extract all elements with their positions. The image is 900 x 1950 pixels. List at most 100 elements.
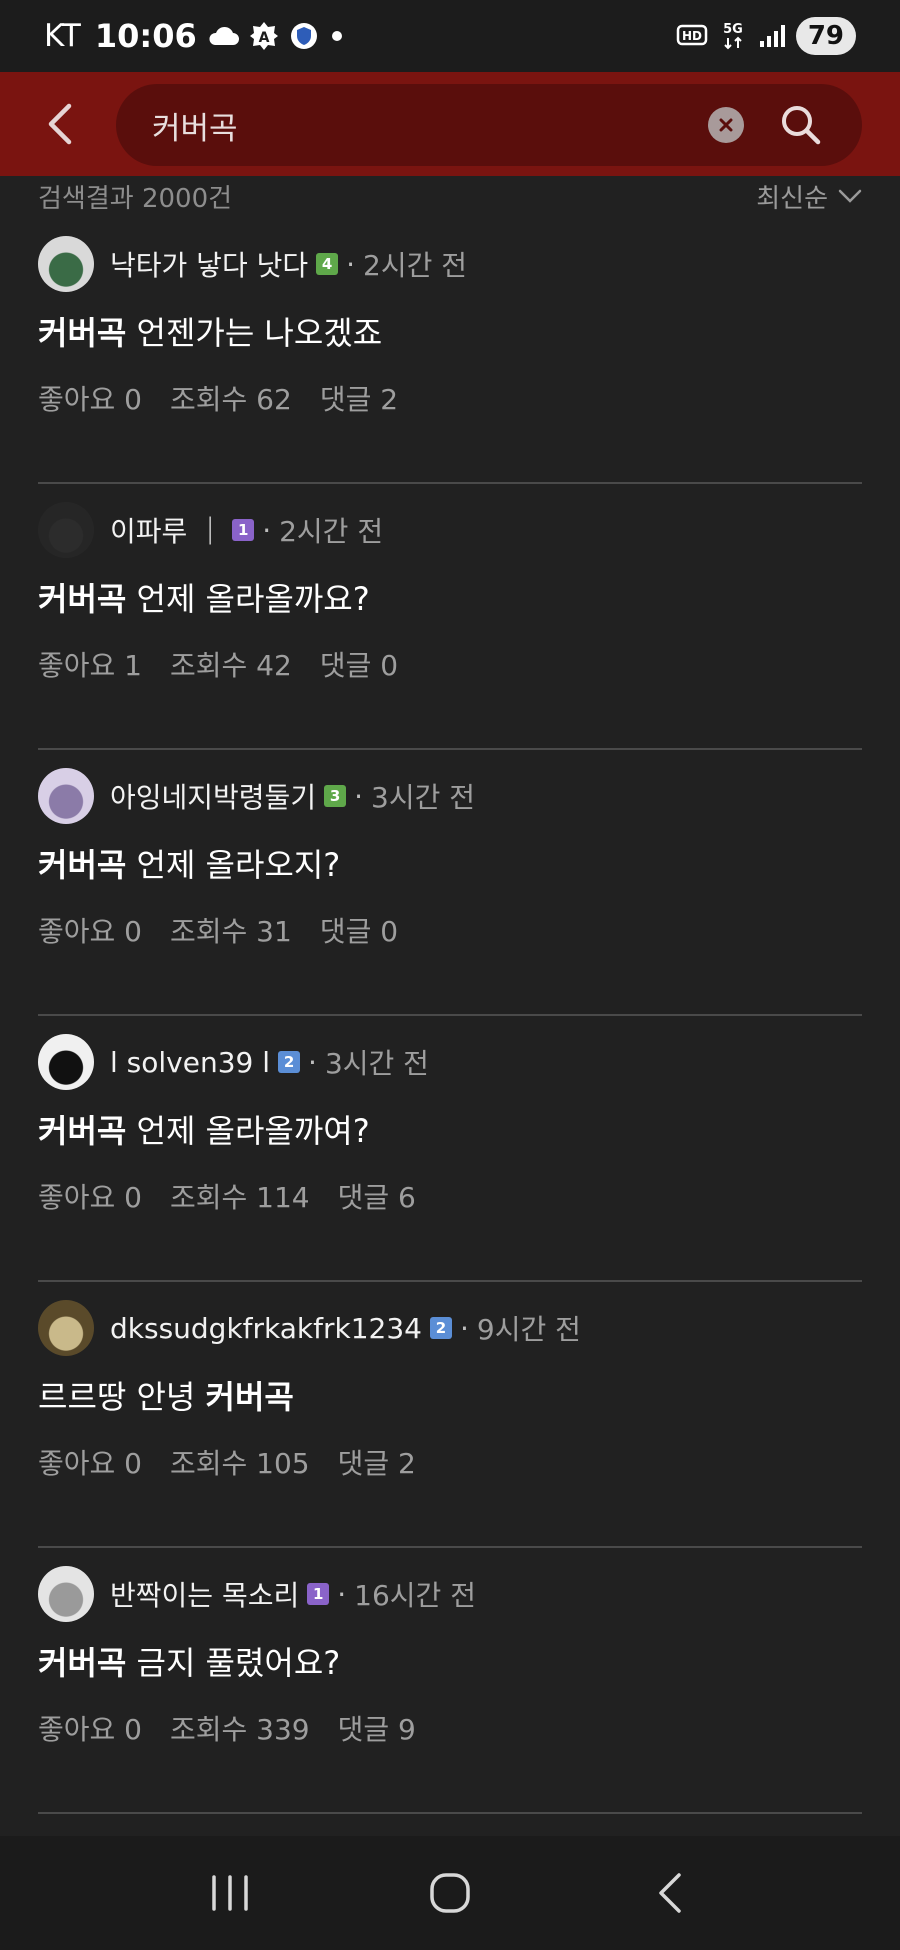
post-meta: 이파루 ｜ 1 · 2시간 전 <box>38 502 383 558</box>
separator-dot: · <box>262 513 272 547</box>
post-meta: 아잉네지박령둘기 3 · 3시간 전 <box>38 768 475 824</box>
level-badge: 2 <box>278 1051 301 1073</box>
title-keyword: 커버곡 <box>38 846 127 884</box>
post-item[interactable]: 이파루 ｜ 1 · 2시간 전커버곡 언제 올라올까요? 좋아요 1 조회수 42 댓글 0 <box>38 484 862 750</box>
post-item[interactable]: dkssudgkfrkakfrk1234 2 · 9시간 전르르땅 안녕 커버곡좋아요… <box>38 1282 862 1548</box>
post-time: 3시간 전 <box>324 1047 429 1080</box>
author-name[interactable]: l solven39 l <box>110 1046 270 1079</box>
post-time: 3시간 전 <box>371 781 475 814</box>
avatar[interactable] <box>38 1034 94 1090</box>
likes-count: 좋아요 0 <box>38 1447 142 1480</box>
avatar[interactable] <box>38 768 94 824</box>
post-title[interactable]: 커버곡 언제 올라올까여? <box>38 1106 370 1152</box>
home-button[interactable] <box>410 1853 490 1933</box>
nav-back-button[interactable] <box>630 1853 710 1933</box>
title-keyword: 커버곡 <box>38 580 127 618</box>
views-count: 조회수 114 <box>170 1181 310 1214</box>
carrier-label: KT <box>44 18 81 54</box>
comments-count: 댓글 6 <box>337 1181 416 1214</box>
avatar[interactable] <box>38 502 94 558</box>
status-bar: KT 10:06 A HD 5G 79 <box>0 0 900 72</box>
post-time: 9시간 전 <box>476 1313 581 1346</box>
search-box <box>116 84 862 166</box>
level-badge: 1 <box>232 519 255 541</box>
level-badge: 4 <box>316 253 339 275</box>
post-stats: 좋아요 0 조회수 31 댓글 0 <box>38 910 398 950</box>
recent-apps-button[interactable] <box>190 1853 270 1933</box>
title-suffix: 언제 올라올까여? <box>126 1112 370 1150</box>
likes-count: 좋아요 0 <box>38 915 142 948</box>
post-meta: 반짝이는 목소리 1 · 16시간 전 <box>38 1566 476 1622</box>
author-name[interactable]: dkssudgkfrkakfrk1234 <box>110 1312 422 1345</box>
likes-count: 좋아요 1 <box>38 649 142 682</box>
separator-dot: · <box>308 1045 317 1079</box>
back-button[interactable] <box>30 94 90 154</box>
comments-count: 댓글 0 <box>319 649 399 682</box>
post-title[interactable]: 커버곡 언젠가는 나오겠죠 <box>38 308 382 354</box>
status-right: HD 5G 79 <box>676 17 856 55</box>
post-item[interactable]: 아잉네지박령둘기 3 · 3시간 전 커버곡 언제 올라오지? 좋아요 0 조회수 31 댓글… <box>38 750 862 1016</box>
views-count: 조회수 105 <box>170 1447 310 1480</box>
title-keyword: 커버곡 <box>38 1112 127 1150</box>
chevron-down-icon <box>838 189 862 203</box>
title-suffix: 금지 풀렸어요? <box>126 1644 341 1682</box>
comments-count: 댓글 0 <box>319 915 399 948</box>
post-time: 16시간 전 <box>354 1579 476 1612</box>
search-header <box>0 72 900 176</box>
post-stats: 좋아요 0 조회수 114 댓글 6 <box>38 1176 416 1216</box>
views-count: 조회수 339 <box>170 1713 310 1746</box>
level-badge: 2 <box>429 1317 452 1339</box>
post-stats: 좋아요 1 조회수 42 댓글 0 <box>38 644 398 684</box>
svg-text:5G: 5G <box>723 22 743 37</box>
level-badge: 3 <box>324 785 347 807</box>
separator-dot: · <box>459 1311 469 1345</box>
clock: 10:06 <box>94 17 197 55</box>
post-title[interactable]: 르르땅 안녕 커버곡 <box>38 1372 294 1418</box>
clear-icon <box>719 118 733 132</box>
post-item[interactable]: 반짝이는 목소리 1 · 16시간 전 커버곡 금지 풀렸어요? 좋아요 0 조회수 339… <box>38 1548 862 1814</box>
recent-apps-icon <box>212 1875 248 1911</box>
title-suffix: 언제 올라올까요? <box>126 580 370 618</box>
likes-count: 좋아요 0 <box>38 383 142 416</box>
result-summary: 검색결과 2000건 최신순 <box>38 176 862 216</box>
gear-a-icon: A <box>249 21 279 51</box>
separator-dot: · <box>346 247 356 281</box>
avatar[interactable] <box>38 236 94 292</box>
post-title[interactable]: 커버곡 언제 올라올까요? <box>38 574 370 620</box>
post-title[interactable]: 커버곡 금지 풀렸어요? <box>38 1638 340 1684</box>
post-meta: dkssudgkfrkakfrk1234 2 · 9시간 전 <box>38 1300 581 1356</box>
post-stats: 좋아요 0 조회수 105 댓글 2 <box>38 1442 416 1482</box>
author-name[interactable]: 반짝이는 목소리 <box>110 1574 299 1614</box>
title-keyword: 커버곡 <box>38 1644 127 1682</box>
author-name[interactable]: 낙타가 낳다 낫다 <box>110 244 308 284</box>
result-count: 검색결과 2000건 <box>38 183 233 214</box>
title-suffix: 언제 올라오지? <box>126 846 341 884</box>
home-icon <box>430 1873 470 1913</box>
search-input[interactable] <box>152 107 672 143</box>
comments-count: 댓글 9 <box>337 1713 416 1746</box>
chevron-left-icon <box>48 103 72 145</box>
likes-count: 좋아요 0 <box>38 1181 142 1214</box>
search-icon <box>782 106 821 145</box>
avatar[interactable] <box>38 1566 94 1622</box>
post-item[interactable]: 낙타가 낳다 낫다 4 · 2시간 전 커버곡 언젠가는 나오겠죠 좋아요 0 조회수 62… <box>38 218 862 484</box>
clear-button[interactable] <box>708 107 744 143</box>
author-name[interactable]: 아잉네지박령둘기 <box>110 776 316 816</box>
title-prefix: 르르땅 안녕 <box>38 1378 206 1416</box>
avatar[interactable] <box>38 1300 94 1356</box>
post-meta: 낙타가 낳다 낫다 4 · 2시간 전 <box>38 236 467 292</box>
post-time: 2시간 전 <box>363 249 468 282</box>
svg-text:A: A <box>258 30 269 46</box>
post-title[interactable]: 커버곡 언제 올라오지? <box>38 840 340 886</box>
post-item[interactable]: l solven39 l 2 · 3시간 전커버곡 언제 올라올까여? 좋아요 0 조회수… <box>38 1016 862 1282</box>
sort-dropdown[interactable]: 최신순 <box>756 178 862 215</box>
hd-icon: HD <box>676 23 708 49</box>
status-left: KT 10:06 A <box>44 17 345 55</box>
back-icon <box>659 1873 681 1913</box>
author-name[interactable]: 이파루 ｜ <box>110 510 224 550</box>
search-button[interactable] <box>776 100 826 150</box>
level-badge: 1 <box>307 1583 330 1605</box>
cloud-icon <box>207 25 239 47</box>
post-meta: l solven39 l 2 · 3시간 전 <box>38 1034 429 1090</box>
post-time: 2시간 전 <box>279 515 384 548</box>
